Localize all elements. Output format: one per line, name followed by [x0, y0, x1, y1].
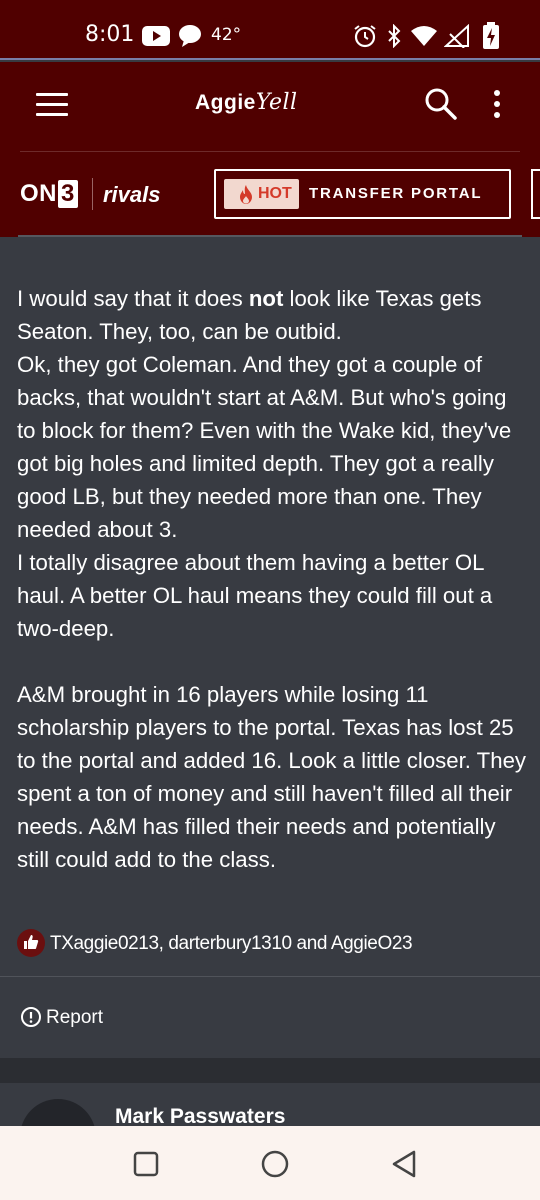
alarm-icon — [354, 25, 376, 48]
battery-charging-icon — [483, 22, 499, 49]
logo-script: Yell — [255, 90, 298, 115]
hamburger-icon[interactable] — [36, 93, 70, 119]
search-icon[interactable] — [424, 87, 458, 121]
transfer-portal-button[interactable]: HOT TRANSFER PORTAL — [214, 169, 511, 219]
back-icon[interactable] — [390, 1149, 420, 1179]
post-divider — [0, 976, 540, 977]
more-vertical-icon[interactable] — [494, 90, 502, 123]
header-divider — [20, 151, 520, 152]
next-post: Mark Passwaters — [0, 1083, 540, 1128]
next-nav-item[interactable] — [531, 169, 540, 219]
content-top-divider — [18, 235, 522, 237]
chat-bubble-icon — [179, 25, 201, 47]
system-nav-bar — [0, 1126, 540, 1200]
temperature: 42° — [211, 25, 242, 45]
report-label: Report — [46, 1007, 104, 1028]
thumbs-up-icon — [17, 929, 45, 957]
on3-digit: 3 — [58, 180, 78, 208]
post-separator-band — [0, 1058, 540, 1083]
brand-separator — [92, 178, 93, 210]
status-time: 8:01 — [85, 22, 135, 47]
post-paragraph-3: I totally disagree about them having a b… — [17, 550, 493, 641]
site-logo[interactable]: AggieYell — [195, 90, 298, 115]
logo-main: Aggie — [195, 91, 256, 114]
on3-logo[interactable]: ON 3 — [20, 180, 78, 208]
rivals-logo[interactable]: rivals — [103, 182, 161, 208]
transfer-portal-label: TRANSFER PORTAL — [309, 185, 483, 202]
alert-circle-icon — [21, 1007, 41, 1027]
post-paragraph-4: A&M brought in 16 players while losing 1… — [17, 682, 527, 872]
home-icon[interactable] — [260, 1149, 290, 1179]
recents-icon[interactable] — [132, 1150, 160, 1178]
on3-prefix: ON — [20, 180, 57, 207]
flame-icon — [240, 185, 252, 204]
bluetooth-icon — [388, 24, 401, 48]
post-body: I would say that it does not look like T… — [17, 282, 527, 876]
avatar[interactable] — [20, 1099, 96, 1128]
next-post-author[interactable]: Mark Passwaters — [115, 1105, 285, 1128]
wifi-icon — [411, 26, 437, 46]
post-paragraph-2: Ok, they got Coleman. And they got a cou… — [17, 352, 512, 542]
paragraph-1-bold: not — [248, 286, 284, 311]
app-header: AggieYell ON 3 rivals HOT TRANSFER PORTAL — [0, 62, 540, 237]
status-bar: 8:01 42° — [0, 0, 540, 60]
signal-icon — [444, 24, 469, 48]
youtube-icon — [142, 26, 170, 46]
hot-badge: HOT — [224, 179, 299, 209]
post-paragraph-1: I would say that it does not look like T… — [17, 282, 527, 348]
paragraph-1-start: I would say that it does — [17, 286, 249, 311]
hot-label: HOT — [258, 185, 292, 202]
reactions-names[interactable]: TXaggie0213, darterbury1310 and AggieO23 — [50, 933, 413, 955]
